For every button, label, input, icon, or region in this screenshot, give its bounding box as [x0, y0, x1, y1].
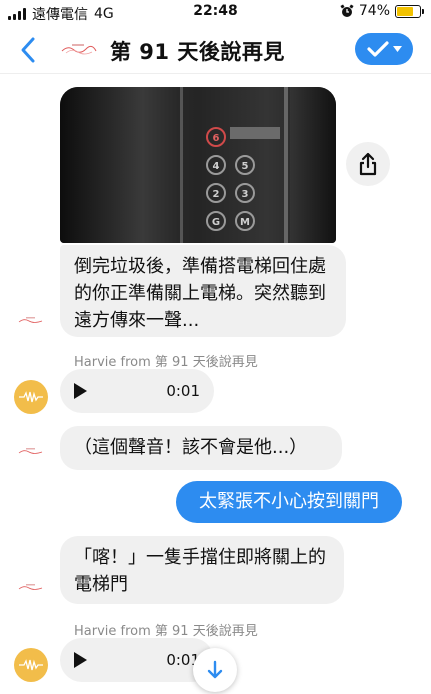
- play-icon[interactable]: [74, 652, 87, 668]
- floor-button-label: 4: [213, 161, 220, 172]
- page-logo-icon: [18, 448, 43, 454]
- message-bubble-incoming[interactable]: （這個聲音！該不會是他...）: [60, 426, 342, 470]
- elevator-panel-image: 6 4 5 2 3 G M: [60, 87, 336, 243]
- voice-message[interactable]: 0:01: [60, 638, 214, 682]
- battery-fill: [397, 6, 414, 16]
- battery-percent: 74%: [358, 3, 390, 19]
- alarm-icon: [340, 4, 354, 17]
- floor-button-label: 6: [213, 133, 220, 144]
- message-bubble-incoming[interactable]: 「喀！」一隻手擋住即將關上的電梯門: [60, 536, 344, 604]
- message-bubble-outgoing[interactable]: 太緊張不小心按到關門: [176, 481, 402, 523]
- done-button[interactable]: [355, 33, 413, 65]
- status-bar: 遠傳電信 4G 22:48 74%: [0, 0, 431, 24]
- avatar[interactable]: [14, 648, 48, 682]
- message-bubble-incoming[interactable]: 倒完垃圾後，準備搭電梯回住處的你正準備關上電梯。突然聽到遠方傳來一聲...: [60, 245, 346, 337]
- voice-message[interactable]: 0:01: [60, 369, 214, 413]
- share-button[interactable]: [346, 142, 390, 186]
- page-logo-icon[interactable]: [60, 41, 98, 59]
- avatar[interactable]: [14, 380, 48, 414]
- chat-header: 第 91 天後說再見: [0, 26, 431, 74]
- caret-down-icon: [392, 46, 402, 52]
- floor-button-label: G: [212, 217, 220, 228]
- sound-wave-icon: [19, 659, 43, 671]
- floor-button-label: 2: [213, 189, 220, 200]
- floor-button-label: 3: [242, 189, 249, 200]
- share-icon: [359, 152, 377, 176]
- floor-button-label: 5: [242, 161, 249, 172]
- floor-button-label: M: [240, 217, 250, 228]
- status-right: 74%: [340, 3, 424, 19]
- back-arrow-icon[interactable]: [18, 36, 38, 64]
- elevator-photo[interactable]: 6 4 5 2 3 G M: [60, 87, 336, 243]
- sound-wave-icon: [19, 391, 43, 403]
- page-logo-icon: [18, 317, 43, 323]
- sender-label: Harvie from 第 91 天後說再見: [74, 355, 258, 370]
- page-logo-icon: [18, 584, 43, 590]
- arrow-down-icon: [207, 660, 223, 679]
- sender-label: Harvie from 第 91 天後說再見: [74, 624, 258, 639]
- scroll-to-bottom-button[interactable]: [193, 648, 237, 692]
- battery-icon: [395, 4, 424, 18]
- page-title[interactable]: 第 91 天後說再見: [110, 36, 285, 66]
- check-icon: [366, 41, 389, 57]
- voice-duration: 0:01: [166, 382, 200, 400]
- play-icon[interactable]: [74, 383, 87, 399]
